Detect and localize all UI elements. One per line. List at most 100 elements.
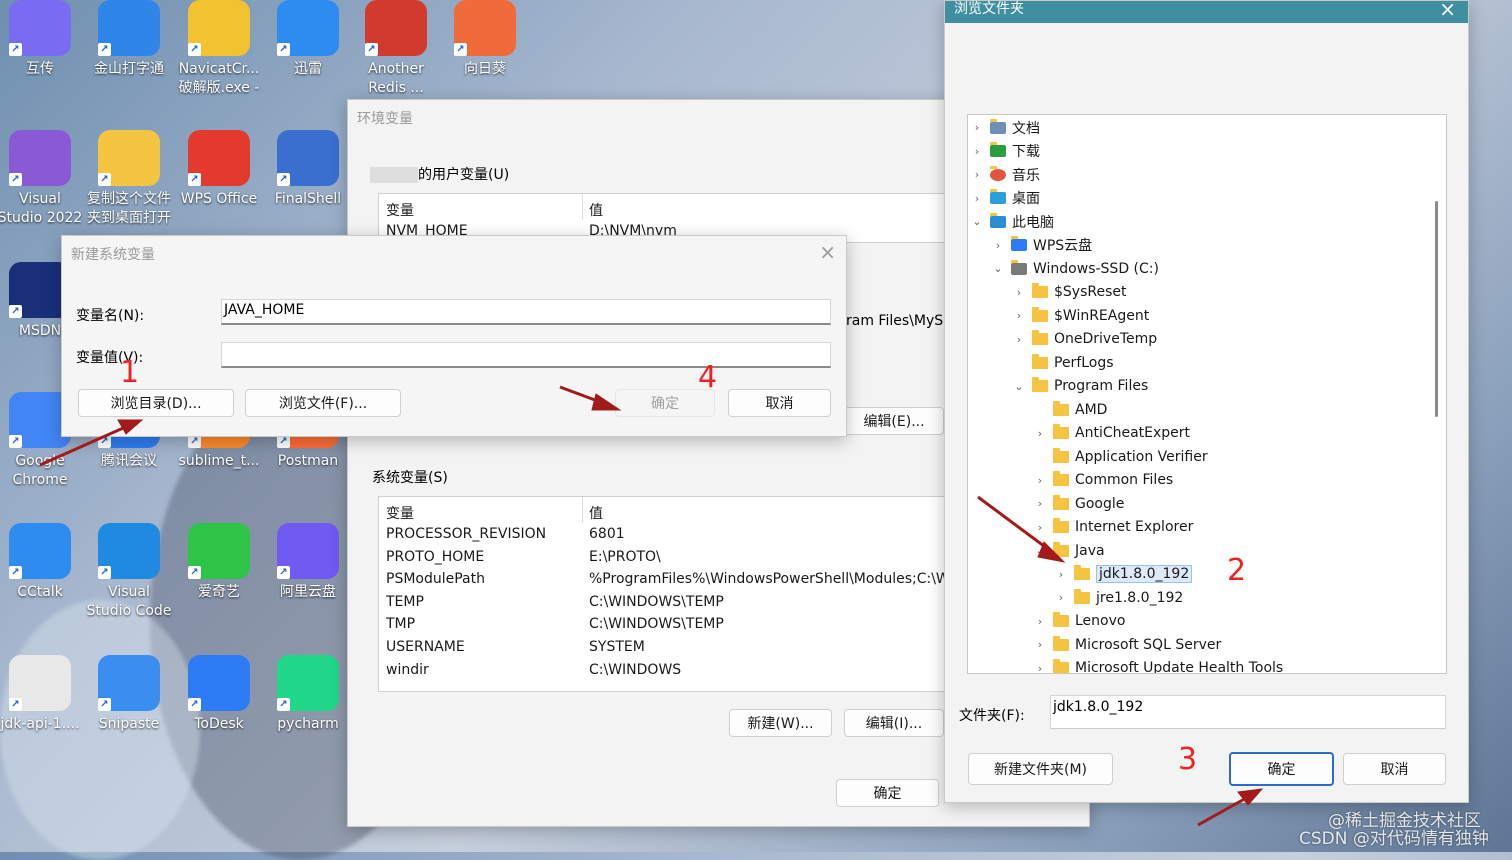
tree-item-label: Internet Explorer	[1075, 519, 1194, 535]
tree-item[interactable]: › 下载	[970, 140, 1040, 163]
desktop-icon[interactable]: ↗ Another Redis ...	[352, 0, 440, 98]
tree-item[interactable]: › Lenovo	[1033, 610, 1125, 633]
desktop-icon[interactable]: ↗ 互传	[0, 0, 84, 79]
desktop-icon[interactable]: ↗ Snipaste	[85, 655, 173, 734]
chevron-right-icon[interactable]: ›	[1012, 286, 1026, 299]
tree-item[interactable]: › OneDriveTemp	[1012, 328, 1157, 351]
folder-tree[interactable]: › 文档 › 下载 › 音乐 › 桌面 ⌄ 此电脑 › WPS云盘 ⌄ Windows-SSD (C:) ›…	[967, 114, 1447, 674]
table-row[interactable]: TMP C:\WINDOWS\TEMP	[379, 614, 999, 636]
chevron-right-icon[interactable]: ›	[1033, 638, 1047, 651]
table-row[interactable]: PSModulePath %ProgramFiles%\WindowsPowerS…	[379, 569, 999, 591]
chevron-right-icon[interactable]: ›	[970, 192, 984, 205]
sys-vars-table[interactable]: 变量 值 PROCESSOR_REVISION 6801 PROTO_HOME E:\…	[378, 496, 1000, 692]
table-row[interactable]: USERNAME SYSTEM	[379, 637, 999, 659]
folder-icon	[1053, 424, 1069, 439]
desktop-icon[interactable]: ↗ FinalShell	[264, 130, 352, 209]
desktop-icon[interactable]: ↗ 金山打字通	[85, 0, 173, 79]
tree-item[interactable]: › jdk1.8.0_192	[1054, 563, 1193, 586]
chevron-right-icon[interactable]: ›	[970, 168, 984, 181]
tree-item[interactable]: AMD	[1033, 398, 1107, 421]
cell-var: PROCESSOR_REVISION	[386, 526, 547, 542]
folder-icon	[1053, 447, 1069, 463]
chevron-down-icon[interactable]: ⌄	[991, 262, 1005, 275]
new-sys-var-button[interactable]: 新建(W)...	[729, 709, 832, 737]
tree-item[interactable]: Application Verifier	[1033, 445, 1208, 468]
chevron-right-icon[interactable]: ›	[1054, 568, 1068, 581]
chevron-right-icon[interactable]: ›	[1033, 427, 1047, 440]
desktop-icon[interactable]: ↗ NavicatCr... 破解版.exe -	[175, 0, 263, 98]
tree-scrollbar[interactable]	[1435, 201, 1438, 417]
desktop-icon[interactable]: ↗ pycharm	[264, 655, 352, 734]
desktop-icon-label: NavicatCr... 破解版.exe -	[178, 61, 260, 96]
app-icon: ↗	[365, 0, 427, 56]
tree-item[interactable]: ⌄ Program Files	[1012, 375, 1148, 398]
chevron-right-icon[interactable]: ›	[1033, 497, 1047, 510]
app-icon: ↗	[277, 0, 339, 56]
table-row[interactable]: TEMP C:\WINDOWS\TEMP	[379, 592, 999, 614]
var-name-label: 变量名(N):	[76, 308, 145, 324]
desktop-icon[interactable]: ↗ ToDesk	[175, 655, 263, 734]
tree-item[interactable]: › $SysReset	[1012, 281, 1126, 304]
close-icon[interactable]: ×	[819, 240, 836, 264]
edit-sys-var-button[interactable]: 编辑(I)...	[844, 709, 944, 737]
chevron-right-icon[interactable]: ›	[1033, 521, 1047, 534]
tree-item[interactable]: › Common Files	[1033, 469, 1173, 492]
desktop-icon[interactable]: ↗ 爱奇艺	[175, 523, 263, 602]
desktop-icon[interactable]: ↗ 迅雷	[264, 0, 352, 79]
chevron-down-icon[interactable]: ⌄	[1012, 380, 1026, 393]
chevron-right-icon[interactable]: ›	[991, 239, 1005, 252]
tree-item[interactable]: › Microsoft SQL Server	[1033, 633, 1221, 656]
desktop-icon[interactable]: ↗ 向日葵	[441, 0, 529, 79]
chevron-right-icon[interactable]: ›	[970, 121, 984, 134]
chevron-right-icon[interactable]: ›	[1054, 591, 1068, 604]
tree-item[interactable]: PerfLogs	[1012, 351, 1114, 374]
close-icon[interactable]: ×	[1439, 0, 1456, 21]
tree-item[interactable]: › jre1.8.0_192	[1054, 586, 1183, 609]
tree-item[interactable]: ⌄ Windows-SSD (C:)	[991, 257, 1159, 280]
desktop-icon[interactable]: ↗ Visual Studio Code	[85, 523, 173, 621]
chevron-down-icon[interactable]: ⌄	[970, 215, 984, 228]
edit-user-var-button[interactable]: 编辑(E)...	[844, 407, 944, 435]
chevron-right-icon[interactable]: ›	[1033, 662, 1047, 674]
folder-cancel-button[interactable]: 取消	[1343, 753, 1446, 785]
chevron-right-icon[interactable]: ›	[1012, 309, 1026, 322]
chevron-right-icon[interactable]: ›	[1033, 615, 1047, 628]
folder-icon	[1053, 494, 1069, 510]
chevron-right-icon[interactable]: ›	[1033, 474, 1047, 487]
tree-item[interactable]: › Google	[1033, 492, 1124, 515]
tree-item[interactable]: ⌄ 此电脑	[970, 210, 1054, 233]
dialog-cancel-button[interactable]: 取消	[728, 389, 831, 417]
chevron-down-icon[interactable]: ⌄	[1033, 544, 1047, 557]
tree-item[interactable]: › $WinREAgent	[1012, 304, 1149, 327]
desktop-icon-label: sublime_t...	[178, 453, 260, 469]
tree-item[interactable]: › 桌面	[970, 187, 1040, 210]
desktop-icon[interactable]: ↗ 阿里云盘	[264, 523, 352, 602]
chevron-right-icon[interactable]: ›	[970, 145, 984, 158]
env-ok-button[interactable]: 确定	[836, 779, 939, 807]
new-folder-button[interactable]: 新建文件夹(M)	[968, 753, 1113, 785]
chevron-right-icon[interactable]: ›	[1012, 333, 1026, 346]
desktop-icon[interactable]: ↗ CCtalk	[0, 523, 84, 602]
tree-item[interactable]: › WPS云盘	[991, 234, 1092, 257]
desktop-icon[interactable]: ↗ 复制这个文件夹到桌面打开	[85, 130, 173, 228]
browse-file-button[interactable]: 浏览文件(F)...	[245, 389, 401, 417]
var-name-field[interactable]: JAVA_HOME	[221, 299, 831, 325]
table-row[interactable]: PROTO_HOME E:\PROTO\	[379, 547, 999, 569]
table-row[interactable]: windir C:\WINDOWS	[379, 660, 999, 682]
folder-ok-button[interactable]: 确定	[1229, 752, 1334, 786]
table-row[interactable]: PROCESSOR_REVISION 6801	[379, 524, 999, 546]
folder-field[interactable]: jdk1.8.0_192	[1050, 695, 1446, 729]
shortcut-arrow-icon: ↗	[277, 43, 290, 56]
desktop-icon[interactable]: ↗ WPS Office	[175, 130, 263, 209]
tree-item[interactable]: ⌄ Java	[1033, 539, 1105, 562]
var-value-field[interactable]	[221, 342, 831, 368]
desktop-icon[interactable]: ↗ jdk-api-1....	[0, 655, 84, 734]
browse-dir-button[interactable]: 浏览目录(D)...	[78, 389, 234, 417]
tree-item[interactable]: › Microsoft Update Health Tools	[1033, 657, 1283, 674]
tree-item[interactable]: › Internet Explorer	[1033, 516, 1193, 539]
tree-item[interactable]: › AntiCheatExpert	[1033, 422, 1190, 445]
tree-item[interactable]: › 音乐	[970, 163, 1040, 186]
desktop-icon[interactable]: ↗ Visual Studio 2022	[0, 130, 84, 228]
app-icon: ↗	[98, 655, 160, 711]
tree-item[interactable]: › 文档	[970, 116, 1040, 139]
